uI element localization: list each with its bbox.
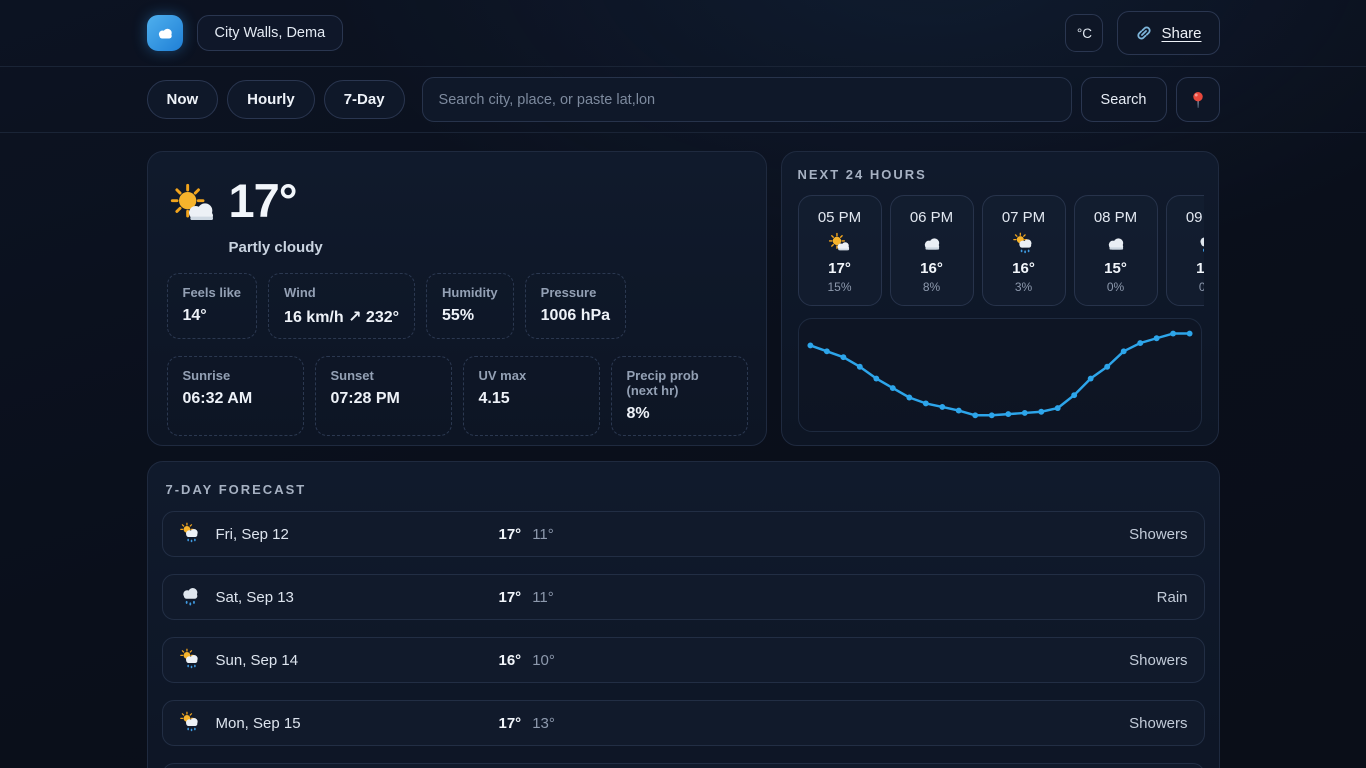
forecast-high-temp: 16° <box>499 652 522 669</box>
share-button[interactable]: Share <box>1117 11 1219 55</box>
use-my-location-button[interactable] <box>1176 77 1220 122</box>
logo-cloud-icon <box>154 22 176 44</box>
forecast-condition: Rain <box>1157 589 1188 606</box>
forecast-low-temp: 10° <box>532 652 555 669</box>
temp-trend-line <box>799 319 1201 431</box>
hour-weather-icon <box>828 232 851 255</box>
forecast-row-partial[interactable] <box>162 763 1205 768</box>
day-weather-icon <box>179 648 203 672</box>
stat-sunset: Sunset 07:28 PM <box>315 356 452 436</box>
location-pill[interactable]: City Walls, Dema <box>197 15 344 51</box>
stat-feels-like: Feels like 14° <box>167 273 258 339</box>
unit-toggle-button[interactable]: °C <box>1065 14 1103 52</box>
hour-chip[interactable]: 08 PM 15° 0% <box>1074 195 1158 306</box>
search-input[interactable] <box>422 77 1072 122</box>
forecast-low-temp: 13° <box>532 715 555 732</box>
share-label: Share <box>1161 25 1201 42</box>
hourly-strip[interactable]: 05 PM 17° 15% 06 PM 16° 8% 07 PM 16° 3% <box>798 195 1204 306</box>
next-24-hours-card: NEXT 24 HOURS 05 PM 17° 15% 06 PM 16° 8%… <box>781 151 1219 446</box>
app-logo <box>147 15 183 51</box>
hour-chip[interactable]: 06 PM 16° 8% <box>890 195 974 306</box>
forecast-high-temp: 17° <box>499 589 522 606</box>
forecast-low-temp: 11° <box>532 526 554 543</box>
current-condition-label: Partly cloudy <box>229 239 747 256</box>
current-temperature: 17° <box>229 174 297 228</box>
forecast-row-mon[interactable]: Mon, Sep 15 17° 13° Showers <box>162 700 1205 746</box>
forecast-day-label: Sat, Sep 13 <box>216 589 499 606</box>
current-weather-icon <box>169 174 217 235</box>
hour-chip[interactable]: 07 PM 16° 3% <box>982 195 1066 306</box>
hourly-temp-chart <box>798 318 1202 432</box>
forecast-condition: Showers <box>1129 715 1187 732</box>
forecast-condition: Showers <box>1129 652 1187 669</box>
main-content: 17° Partly cloudy Feels like 14° Wind 16… <box>147 151 1220 768</box>
forecast-low-temp: 11° <box>532 589 554 606</box>
stat-precip-prob: Precip prob (next hr) 8% <box>611 356 748 436</box>
forecast-day-label: Fri, Sep 12 <box>216 526 499 543</box>
forecast-row-sun[interactable]: Sun, Sep 14 16° 10° Showers <box>162 637 1205 683</box>
forecast-day-label: Mon, Sep 15 <box>216 715 499 732</box>
tab-7day[interactable]: 7-Day <box>324 80 405 119</box>
hour-weather-icon <box>1196 232 1204 255</box>
nav-bar: Now Hourly 7-Day Search <box>0 67 1366 133</box>
current-conditions-card: 17° Partly cloudy Feels like 14° Wind 16… <box>147 151 767 446</box>
forecast-row-fri[interactable]: Fri, Sep 12 17° 11° Showers <box>162 511 1205 557</box>
stat-pressure: Pressure 1006 hPa <box>525 273 626 339</box>
hour-chip[interactable]: 09 PM 14° 0% <box>1166 195 1204 306</box>
forecast-day-label: Sun, Sep 14 <box>216 652 499 669</box>
app-header: City Walls, Dema °C Share <box>0 0 1366 67</box>
next-24-hours-title: NEXT 24 HOURS <box>798 167 1202 182</box>
day-weather-icon <box>179 522 203 546</box>
seven-day-forecast-card: 7-DAY FORECAST Fri, Sep 12 17° 11° Showe… <box>147 461 1220 768</box>
tab-hourly[interactable]: Hourly <box>227 80 315 119</box>
day-weather-icon <box>179 585 203 609</box>
stat-humidity: Humidity 55% <box>426 273 514 339</box>
hour-chip[interactable]: 05 PM 17° 15% <box>798 195 882 306</box>
link-icon <box>1135 24 1153 42</box>
forecast-high-temp: 17° <box>499 715 522 732</box>
hour-weather-icon <box>1012 232 1035 255</box>
hour-weather-icon <box>1104 232 1127 255</box>
forecast-high-temp: 17° <box>499 526 522 543</box>
tab-now[interactable]: Now <box>147 80 219 119</box>
forecast-row-sat[interactable]: Sat, Sep 13 17° 11° Rain <box>162 574 1205 620</box>
stat-sunrise: Sunrise 06:32 AM <box>167 356 304 436</box>
round-pushpin-icon <box>1188 90 1208 110</box>
day-weather-icon <box>179 711 203 735</box>
stat-uv-max: UV max 4.15 <box>463 356 600 436</box>
search-button[interactable]: Search <box>1081 77 1167 122</box>
hour-weather-icon <box>920 232 943 255</box>
seven-day-forecast-title: 7-DAY FORECAST <box>166 482 1205 497</box>
stat-wind: Wind 16 km/h ↗ 232° <box>268 273 415 339</box>
forecast-condition: Showers <box>1129 526 1187 543</box>
